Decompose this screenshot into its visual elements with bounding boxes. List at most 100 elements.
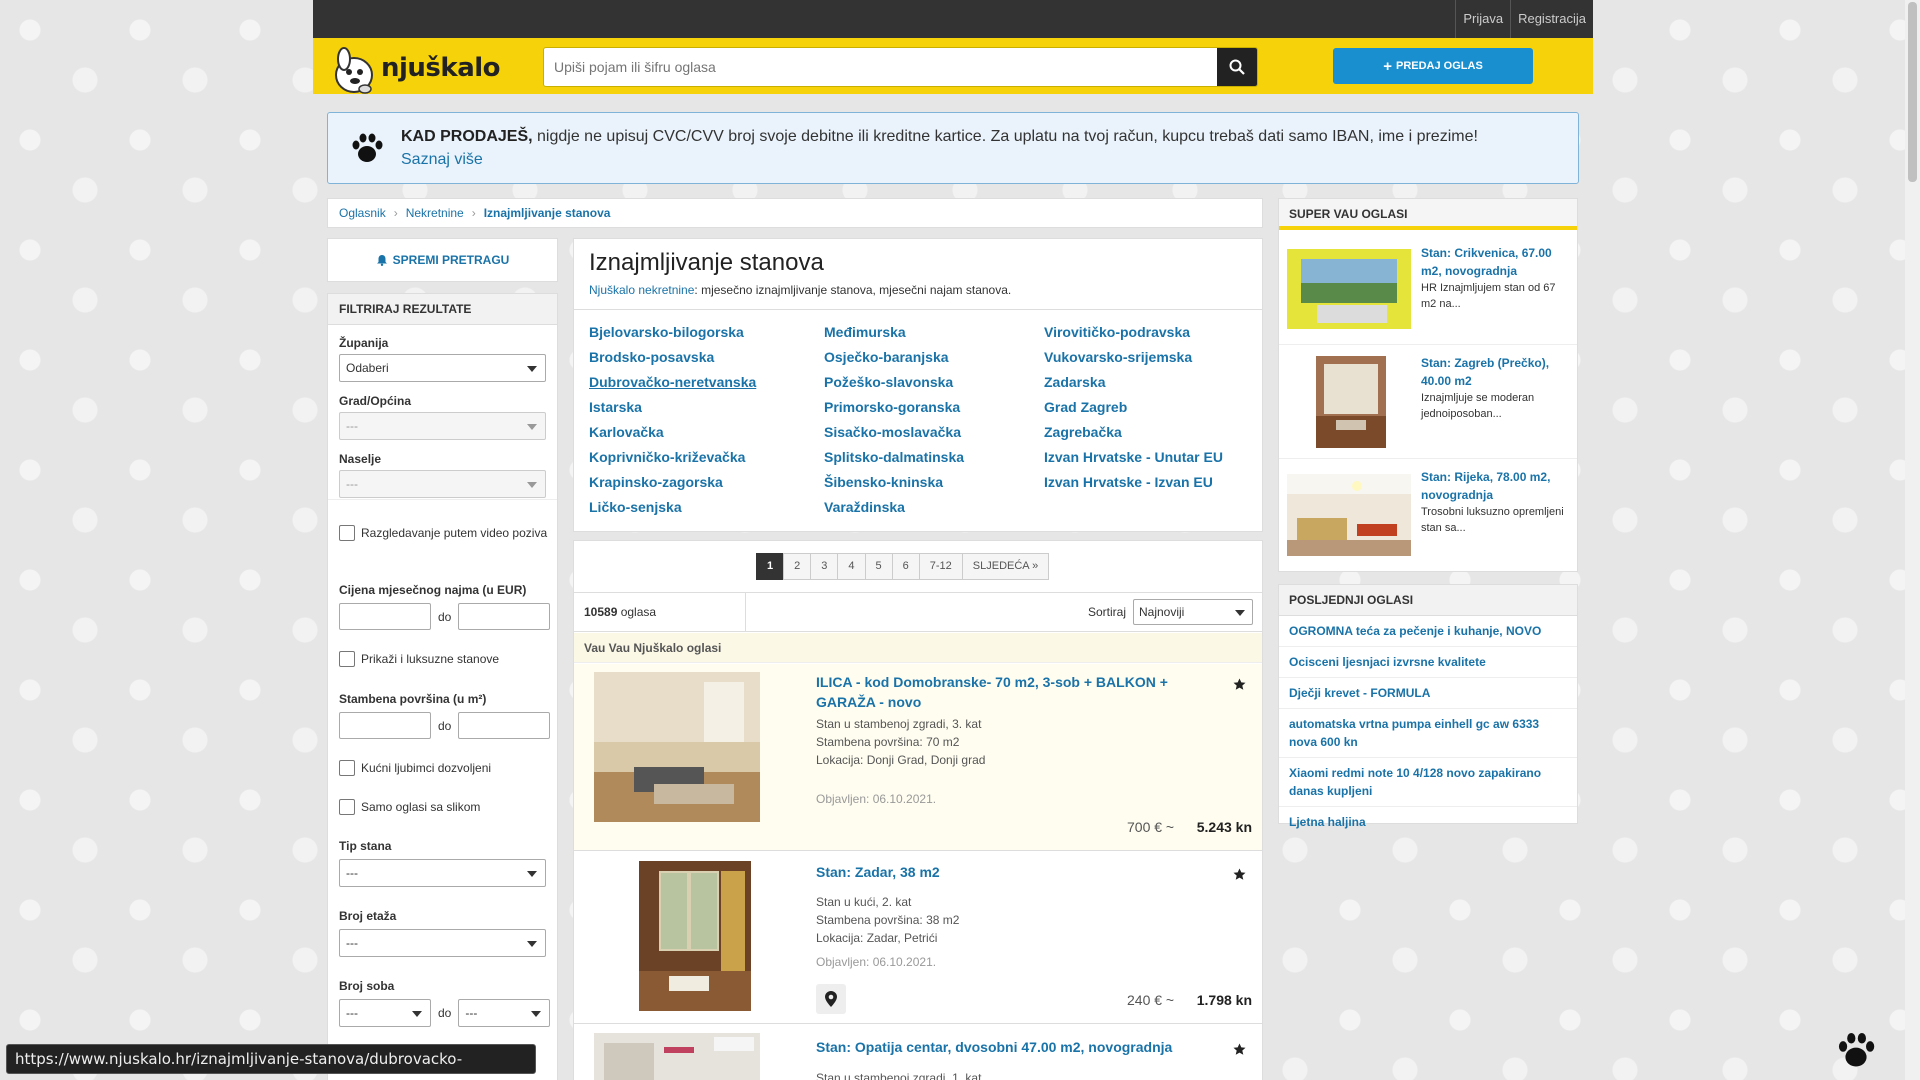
checkbox-box[interactable] (339, 651, 355, 667)
pets-checkbox[interactable]: Kućni ljubimci dozvoljeni (339, 759, 491, 777)
region-link[interactable]: Šibensko-kninska (824, 473, 1044, 498)
city-select[interactable]: --- (339, 412, 546, 440)
floors-select[interactable]: --- (339, 929, 546, 957)
settlement-select[interactable]: --- (339, 470, 546, 498)
listing-thumbnail[interactable] (594, 1033, 760, 1080)
map-button[interactable] (816, 984, 846, 1014)
region-link[interactable]: Izvan Hrvatske - Unutar EU (1044, 448, 1254, 473)
listing-title[interactable]: Stan: Opatija centar, dvosobni 47.00 m2,… (816, 1037, 1216, 1057)
learn-more-link[interactable]: Saznaj više (401, 151, 483, 169)
region-link[interactable]: Ličko-senjska (589, 498, 824, 523)
region-link[interactable]: Sisačko-moslavačka (824, 423, 1044, 448)
county-select[interactable]: Odaberi (339, 354, 546, 382)
page-link[interactable]: 5 (864, 553, 893, 580)
site-logo[interactable]: njuškalo (327, 44, 507, 94)
region-link[interactable]: Vukovarsko-srijemska (1044, 348, 1254, 373)
checkbox-box[interactable] (339, 799, 355, 815)
super-vau-thumbnail[interactable] (1287, 474, 1411, 556)
region-link[interactable]: Dubrovačko-neretvanska (589, 373, 824, 398)
listing-thumbnail[interactable] (594, 672, 760, 822)
breadcrumb-current[interactable]: Iznajmljivanje stanova (484, 206, 611, 220)
latest-ad-link[interactable]: Xiaomi redmi note 10 4/128 novo zapakira… (1279, 758, 1577, 807)
checkbox-box[interactable] (339, 525, 355, 541)
with-image-checkbox[interactable]: Samo oglasi sa slikom (339, 798, 480, 816)
latest-ad-link[interactable]: Ljetna haljina (1279, 807, 1577, 837)
save-search-button[interactable]: SPREMI PRETRAGU (327, 238, 558, 282)
checkbox-box[interactable] (339, 760, 355, 776)
super-vau-item-title[interactable]: Stan: Crikvenica, 67.00 m2, novogradnja (1421, 244, 1571, 280)
region-link[interactable]: Zadarska (1044, 373, 1254, 398)
scrollbar-thumb[interactable] (1908, 2, 1917, 182)
sort-select[interactable]: Najnoviji (1133, 599, 1253, 625)
region-link[interactable]: Osječko-baranjska (824, 348, 1044, 373)
region-link[interactable]: Primorsko-goranska (824, 398, 1044, 423)
page-link[interactable]: 3 (810, 553, 839, 580)
region-link[interactable]: Koprivničko-križevačka (589, 448, 824, 473)
rooms-to-select[interactable]: --- (458, 999, 551, 1027)
super-vau-item-desc: Trosobni luksuzno opremljeni stan sa... (1421, 506, 1564, 534)
login-link[interactable]: Prijava (1455, 0, 1510, 38)
super-vau-item[interactable]: Stan: Crikvenica, 67.00 m2, novogradnja … (1279, 234, 1577, 345)
star-icon[interactable] (1233, 678, 1246, 691)
page-link[interactable]: 4 (837, 553, 866, 580)
star-icon[interactable] (1233, 868, 1246, 881)
scrollbar[interactable] (1905, 0, 1920, 1080)
breadcrumb-oglasnik[interactable]: Oglasnik (339, 206, 386, 220)
super-vau-thumbnail[interactable] (1316, 356, 1386, 448)
search-button[interactable] (1217, 48, 1257, 86)
latest-ad-link[interactable]: OGROMNA teća za pečenje i kuhanje, NOVO (1279, 616, 1577, 647)
page-link[interactable]: 2 (783, 553, 812, 580)
rooms-range: --- do --- (339, 999, 551, 1027)
region-link[interactable]: Međimurska (824, 323, 1044, 348)
price-to-input[interactable] (458, 603, 551, 630)
page-link[interactable]: 7-12 (918, 553, 963, 580)
region-link[interactable]: Varaždinska (824, 498, 1044, 523)
next-page-link[interactable]: SLJEDEĆA » (961, 553, 1050, 580)
listing-thumbnail[interactable] (639, 861, 751, 1011)
region-link[interactable]: Grad Zagreb (1044, 398, 1254, 423)
flat-type-select[interactable]: --- (339, 859, 546, 887)
video-tour-checkbox[interactable]: Razgledavanje putem video poziva (339, 524, 549, 542)
region-link[interactable]: Zagrebačka (1044, 423, 1254, 448)
register-link[interactable]: Registracija (1510, 0, 1593, 38)
subtitle-link[interactable]: Njuškalo nekretnine (589, 283, 694, 297)
super-vau-item[interactable]: Stan: Rijeka, 78.00 m2, novogradnja Tros… (1279, 460, 1577, 571)
region-link[interactable]: Bjelovarsko-bilogorska (589, 323, 824, 348)
price-from-input[interactable] (339, 603, 431, 630)
latest-ad-link[interactable]: Ocisceni ljesnjaci izvrsne kvalitete (1279, 647, 1577, 678)
super-vau-thumbnail[interactable] (1287, 249, 1411, 329)
area-from-input[interactable] (339, 712, 431, 739)
luxury-checkbox[interactable]: Prikaži i luksuzne stanove (339, 650, 499, 668)
rooms-from-select[interactable]: --- (339, 999, 431, 1027)
region-link[interactable]: Izvan Hrvatske - Izvan EU (1044, 473, 1254, 498)
paw-icon[interactable] (1836, 1030, 1876, 1070)
latest-ad-link[interactable]: automatska vrtna pumpa einhell gc aw 633… (1279, 709, 1577, 758)
area-to-input[interactable] (458, 712, 551, 739)
listing-item[interactable]: Stan: Opatija centar, dvosobni 47.00 m2,… (574, 1025, 1262, 1080)
listing-item[interactable]: Stan: Zadar, 38 m2 Stan u kući, 2. kat S… (574, 852, 1262, 1024)
listing-area: Stambena površina: 70 m2 (816, 735, 960, 749)
region-link[interactable]: Brodsko-posavska (589, 348, 824, 373)
latest-ad-link[interactable]: Dječji krevet - FORMULA (1279, 678, 1577, 709)
star-icon[interactable] (1233, 1043, 1246, 1056)
region-link[interactable]: Splitsko-dalmatinska (824, 448, 1044, 473)
super-vau-item[interactable]: Stan: Zagreb (Prečko), 40.00 m2 Iznajmlj… (1279, 346, 1577, 459)
price-kn: 1.798 kn (1196, 992, 1252, 1008)
region-link[interactable]: Krapinsko-zagorska (589, 473, 824, 498)
search-input[interactable] (544, 48, 1217, 86)
region-link[interactable]: Požeško-slavonska (824, 373, 1044, 398)
listing-item[interactable]: ILICA - kod Domobranske- 70 m2, 3-sob + … (574, 664, 1262, 851)
breadcrumb-nekretnine[interactable]: Nekretnine (406, 206, 464, 220)
sell-ad-button[interactable]: + PREDAJ OGLAS (1333, 48, 1533, 84)
listing-title[interactable]: ILICA - kod Domobranske- 70 m2, 3-sob + … (816, 672, 1176, 712)
region-link[interactable]: Karlovačka (589, 423, 824, 448)
page-link[interactable]: 1 (756, 553, 785, 580)
page-link[interactable]: 6 (891, 553, 920, 580)
super-vau-item-title[interactable]: Stan: Rijeka, 78.00 m2, novogradnja (1421, 468, 1571, 504)
flat-type-label: Tip stana (339, 839, 392, 853)
listing-title[interactable]: Stan: Zadar, 38 m2 (816, 862, 1176, 882)
region-link[interactable]: Istarska (589, 398, 824, 423)
super-vau-item-title[interactable]: Stan: Zagreb (Prečko), 40.00 m2 (1421, 354, 1571, 390)
county-label: Županija (339, 336, 389, 350)
region-link[interactable]: Virovitičko-podravska (1044, 323, 1254, 348)
